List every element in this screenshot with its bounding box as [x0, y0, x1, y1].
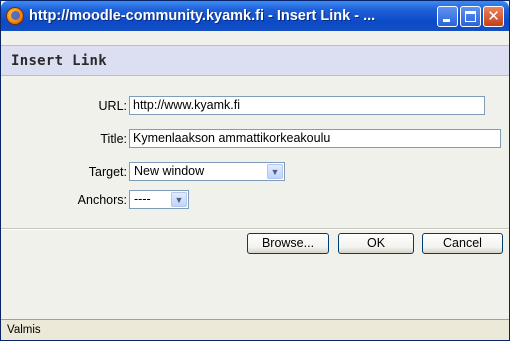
chevron-down-icon[interactable]: ▼ [171, 192, 187, 207]
chevron-down-icon[interactable]: ▼ [267, 164, 283, 179]
url-label: URL: [98, 99, 127, 113]
anchors-label: Anchors: [77, 193, 127, 207]
browse-button[interactable]: Browse... [247, 233, 329, 254]
target-label: Target: [88, 165, 127, 179]
cancel-button[interactable]: Cancel [422, 233, 503, 254]
dialog-title: Insert Link [11, 53, 108, 69]
anchors-select[interactable]: ---- ▼ [129, 190, 189, 209]
target-select[interactable]: New window ▼ [129, 162, 285, 181]
maximize-icon [465, 11, 476, 22]
close-button[interactable]: ✕ [483, 6, 504, 27]
status-bar: Valmis [1, 319, 509, 340]
status-text: Valmis [7, 324, 41, 336]
close-icon: ✕ [487, 7, 500, 25]
firefox-icon [6, 7, 24, 25]
title-input[interactable]: Kymenlaakson ammattikorkeakoulu [129, 129, 501, 148]
dialog-header: Insert Link [1, 45, 509, 76]
ok-button[interactable]: OK [338, 233, 414, 254]
title-label: Title: [100, 132, 127, 146]
url-input[interactable]: http://www.kyamk.fi [129, 96, 485, 115]
title-bar[interactable]: http://moodle-community.kyamk.fi - Inser… [1, 1, 509, 31]
anchors-selected-value: ---- [134, 192, 151, 206]
window-title: http://moodle-community.kyamk.fi - Inser… [29, 8, 376, 24]
minimize-button[interactable] [437, 6, 458, 27]
dialog-window: http://moodle-community.kyamk.fi - Inser… [0, 0, 510, 341]
maximize-button[interactable] [460, 6, 481, 27]
minimize-icon [443, 19, 450, 22]
target-selected-value: New window [134, 164, 205, 178]
separator [1, 228, 509, 230]
